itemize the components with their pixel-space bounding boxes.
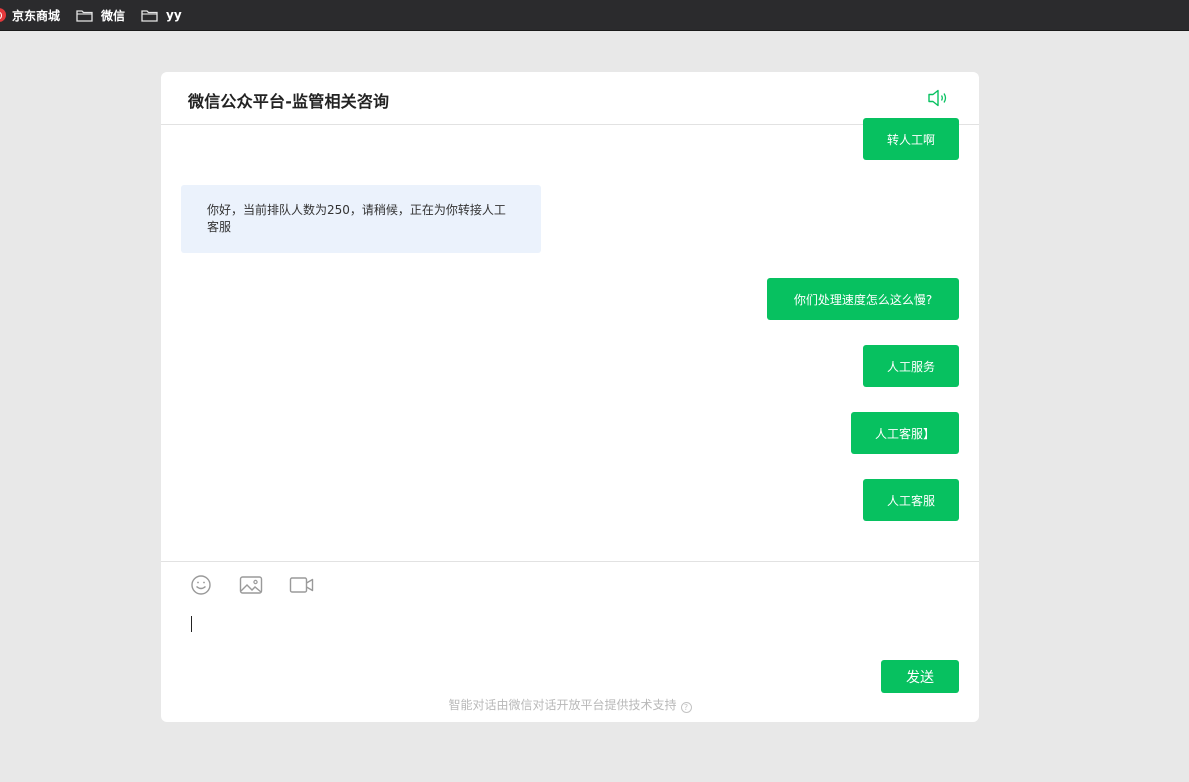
message-user: 转人工啊 (863, 118, 959, 160)
bookmark-jd[interactable]: 京东商城 (0, 3, 66, 27)
message-user: 你们处理速度怎么这么慢? (767, 278, 959, 320)
powered-by-text: 智能对话由微信对话开放平台提供技术支持 (448, 698, 677, 712)
composer: 发送 智能对话由微信对话开放平台提供技术支持? (161, 561, 979, 722)
chat-window: 微信公众平台-监管相关咨询 转人工啊 你好，当前排队人数为250，请稍候，正在为… (161, 72, 979, 722)
chat-title: 微信公众平台-监管相关咨询 (188, 92, 390, 111)
text-caret (191, 616, 192, 632)
bookmark-label: 京东商城 (12, 8, 61, 23)
bookmark-weixin-folder[interactable]: 微信 (70, 3, 131, 27)
message-user: 人工客服 (863, 479, 959, 521)
bookmark-label: 微信 (101, 8, 126, 23)
message-user: 人工客服】 (851, 412, 959, 454)
speaker-icon[interactable] (927, 88, 949, 108)
message-user: 人工服务 (863, 345, 959, 387)
video-icon[interactable] (289, 574, 315, 596)
emoji-icon[interactable] (189, 574, 213, 596)
bookmarks-bar: 京东商城 微信 yy (0, 0, 1189, 31)
powered-by-note: 智能对话由微信对话开放平台提供技术支持? (161, 696, 979, 713)
chat-header: 微信公众平台-监管相关咨询 (161, 72, 979, 125)
folder-icon (141, 9, 158, 22)
jd-logo-icon (0, 8, 6, 22)
message-input[interactable] (189, 612, 949, 642)
help-icon[interactable]: ? (680, 702, 692, 713)
send-button[interactable]: 发送 (881, 660, 959, 693)
folder-icon (76, 9, 93, 22)
message-list[interactable]: 转人工啊 你好，当前排队人数为250，请稍候，正在为你转接人工客服 你们处理速度… (161, 118, 979, 561)
bookmark-yy-folder[interactable]: yy (135, 3, 188, 27)
bookmark-label: yy (166, 8, 182, 22)
message-bot: 你好，当前排队人数为250，请稍候，正在为你转接人工客服 (181, 185, 541, 253)
image-icon[interactable] (239, 574, 263, 596)
